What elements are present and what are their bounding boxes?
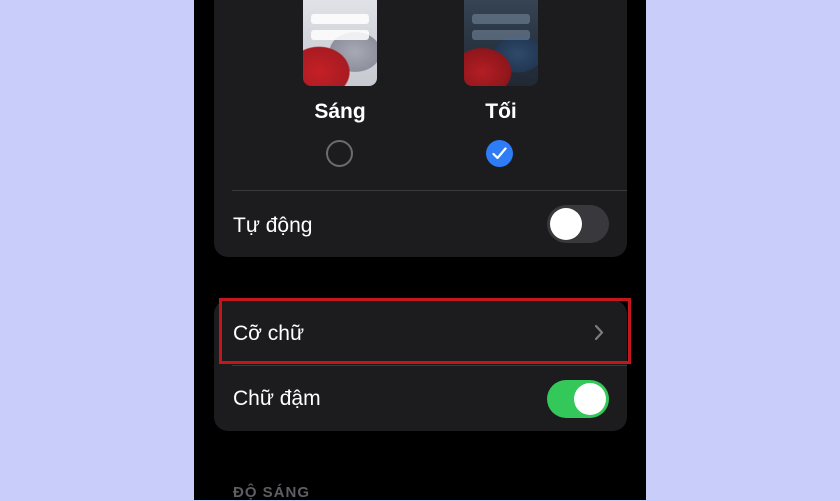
preview-bar — [311, 30, 369, 40]
toggle-knob — [574, 383, 606, 415]
preview-bar — [472, 30, 530, 40]
bold-text-toggle[interactable] — [547, 380, 609, 418]
auto-toggle[interactable] — [547, 205, 609, 243]
light-mode-label: Sáng — [314, 100, 366, 123]
preview-bar — [311, 14, 369, 24]
light-mode-radio[interactable] — [326, 140, 353, 167]
auto-label: Tự động — [233, 214, 313, 237]
checkmark-icon — [492, 147, 507, 160]
dark-mode-preview[interactable] — [464, 0, 538, 86]
brightness-section-header: ĐỘ SÁNG — [233, 484, 311, 501]
light-mode-preview[interactable] — [303, 0, 377, 86]
dark-mode-label: Tối — [485, 100, 517, 123]
phone-screen: Sáng Tối Tự động Cỡ chữ Chữ đậm — [194, 0, 646, 500]
text-size-highlight-box — [219, 298, 631, 364]
dark-mode-radio[interactable] — [486, 140, 513, 167]
divider — [232, 365, 627, 366]
bold-text-label: Chữ đậm — [233, 387, 321, 410]
preview-bar — [472, 14, 530, 24]
divider — [232, 190, 627, 191]
appearance-group: Sáng Tối Tự động — [214, 0, 627, 257]
toggle-knob — [550, 208, 582, 240]
